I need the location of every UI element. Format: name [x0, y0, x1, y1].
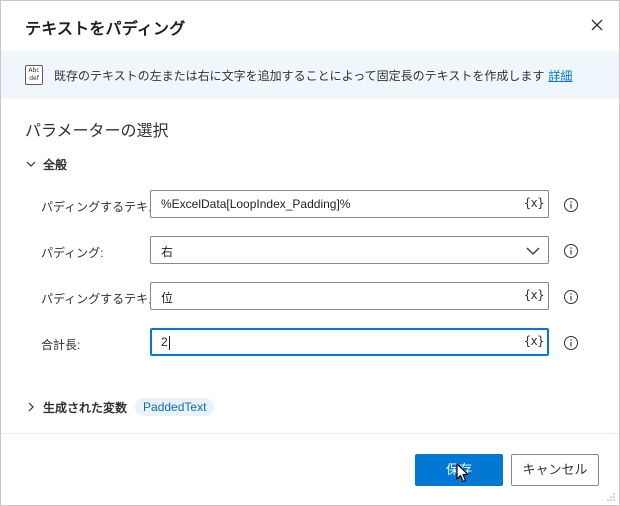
- close-icon[interactable]: [585, 13, 609, 37]
- banner-description: 既存のテキストの左または右に文字を追加することによって固定長のテキストを作成しま…: [54, 69, 545, 83]
- parameters-heading: パラメーターの選択: [25, 123, 169, 140]
- insert-variable-button[interactable]: {x}: [524, 196, 545, 210]
- resize-grip-icon[interactable]: [606, 492, 616, 502]
- padding-selected-value: 右: [161, 245, 174, 259]
- total-length-label: 合計長:: [41, 338, 81, 352]
- footer-divider: [1, 433, 619, 434]
- pad-text-dialog: テキストをパディング Abc def 既存のテキストの左または右に文字を追加する…: [0, 0, 620, 506]
- text-to-pad-with-value: 位: [161, 291, 174, 305]
- text-caret: [168, 335, 170, 350]
- chevron-right-icon: [28, 402, 34, 412]
- padding-label: パディング:: [41, 246, 104, 260]
- title-bar: テキストをパディング: [1, 1, 619, 51]
- banner-description-line: 既存のテキストの左または右に文字を追加することによって固定長のテキストを作成しま…: [54, 67, 572, 84]
- text-action-icon: Abc def: [25, 65, 43, 85]
- output-variable-chip[interactable]: PaddedText: [135, 398, 215, 416]
- chevron-down-icon: [26, 161, 36, 167]
- info-icon[interactable]: [563, 243, 579, 259]
- text-to-pad-with-input[interactable]: 位 {x}: [150, 282, 549, 310]
- generated-variables-toggle[interactable]: 生成された変数 PaddedText: [25, 397, 215, 417]
- general-section-toggle[interactable]: 全般: [25, 155, 67, 173]
- cancel-button[interactable]: キャンセル: [511, 454, 599, 486]
- total-length-value: 2: [161, 335, 168, 349]
- save-button[interactable]: 保存: [415, 454, 503, 486]
- insert-variable-button[interactable]: {x}: [524, 334, 545, 348]
- text-to-pad-input[interactable]: %ExcelData[LoopIndex_Padding]% {x}: [150, 190, 549, 218]
- info-icon[interactable]: [563, 335, 579, 351]
- total-length-value-wrap: 2: [161, 335, 170, 350]
- info-icon[interactable]: [563, 289, 579, 305]
- total-length-input[interactable]: 2 {x}: [150, 328, 549, 356]
- info-icon[interactable]: [563, 197, 579, 213]
- info-banner: Abc def 既存のテキストの左または右に文字を追加することによって固定長のテ…: [1, 51, 619, 99]
- text-to-pad-value: %ExcelData[LoopIndex_Padding]%: [161, 197, 351, 211]
- generated-variables-label: 生成された変数: [43, 400, 128, 415]
- insert-variable-button[interactable]: {x}: [524, 288, 545, 302]
- general-section-label: 全般: [43, 157, 68, 172]
- padding-dropdown[interactable]: 右: [150, 236, 549, 264]
- chevron-down-icon[interactable]: [526, 245, 540, 257]
- dialog-title: テキストをパディング: [25, 21, 186, 38]
- details-link[interactable]: 詳細: [548, 69, 572, 83]
